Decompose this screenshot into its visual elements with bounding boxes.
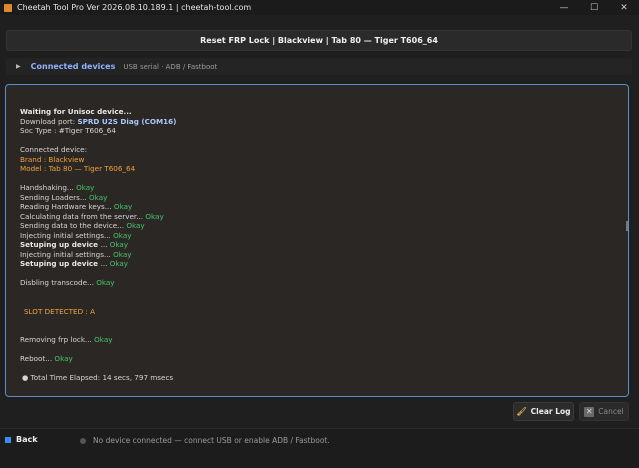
log-step-line: Injecting initial settings... Okay (20, 249, 132, 259)
back-button[interactable]: Back (5, 435, 38, 444)
back-square-icon (5, 436, 11, 443)
cancel-label: Cancel (598, 407, 624, 416)
log-line: Connected device: (20, 145, 88, 154)
close-icon: ✕ (584, 406, 595, 417)
elapsed-time-line: ● Total Time Elapsed: 14 secs, 797 msecs (22, 373, 174, 382)
log-spacer (20, 316, 628, 326)
clear-log-button[interactable]: 🖌 Clear Log (513, 402, 574, 421)
minimize-button[interactable]: — (549, 0, 579, 15)
log-line: Model : Tab 80 — Tiger T606_64 (20, 164, 136, 173)
log-step-line: Calculating data from the server... Okay (20, 211, 164, 221)
log-spacer (20, 345, 628, 355)
connection-status-dot-icon (80, 438, 86, 444)
maximize-button[interactable]: ☐ (579, 0, 609, 15)
log-line: Removing frp lock... Okay (20, 335, 113, 344)
operation-title: Reset FRP Lock | Blackview | Tab 80 — Ti… (200, 36, 438, 45)
slot-detected-line: SLOT DETECTED : A (24, 306, 96, 316)
back-label: Back (16, 435, 38, 444)
log-output[interactable]: Waiting for Unisoc device... Download po… (5, 84, 629, 397)
window-title: Cheetah Tool Pro Ver 2026.08.10.189.1 | … (17, 3, 252, 12)
connected-devices-toggle[interactable]: ▶ Connected devices USB serial · ADB / F… (6, 58, 632, 75)
log-step-line: Injecting initial settings... Okay (20, 230, 132, 240)
app-logo-icon (4, 3, 12, 12)
log-spacer (20, 297, 628, 307)
brush-icon: 🖌 (516, 407, 527, 416)
log-step-line: Setuping up device ... Okay (20, 240, 129, 249)
operation-header: Reset FRP Lock | Blackview | Tab 80 — Ti… (6, 30, 632, 51)
log-spacer (20, 174, 628, 184)
window-controls: — ☐ ✕ (549, 0, 639, 15)
log-line: Waiting for Unisoc device... (20, 107, 132, 116)
log-step-line: Reading Hardware keys... Okay (20, 202, 133, 211)
cancel-button[interactable]: ✕ Cancel (579, 402, 629, 421)
log-spacer (20, 326, 628, 336)
clear-log-label: Clear Log (530, 407, 571, 416)
log-step-line: Sending data to the device... Okay (20, 221, 145, 230)
close-button[interactable]: ✕ (609, 0, 639, 15)
log-step-line: Setuping up device ... Okay (20, 259, 129, 268)
log-line: Soc Type : #Tiger T606_64 (20, 126, 116, 135)
status-bar: Back No device connected — connect USB o… (0, 428, 639, 468)
title-bar: Cheetah Tool Pro Ver 2026.08.10.189.1 | … (0, 0, 639, 15)
log-line: Download port: SPRD U2S Diag (COM16) (20, 116, 177, 126)
log-line: Brand : Blackview (20, 154, 85, 164)
connected-devices-label: Connected devices (30, 62, 116, 71)
connected-devices-subtitle: USB serial · ADB / Fastboot (123, 62, 218, 71)
log-step-line: Handshaking... Okay (20, 183, 95, 192)
log-spacer (20, 136, 628, 146)
chevron-right-icon: ▶ (16, 63, 21, 70)
log-line: Disbling transcode... Okay (20, 278, 115, 287)
log-spacer (20, 364, 628, 374)
log-step-line: Sending Loaders... Okay (20, 192, 108, 202)
log-spacer (20, 288, 628, 298)
connection-status-text: No device connected — connect USB or ena… (93, 436, 330, 445)
log-steps: Handshaking... Okay Sending Loaders... Ok… (20, 183, 628, 269)
log-scrollbar[interactable] (626, 221, 628, 231)
log-line: Reboot... Okay (20, 354, 73, 363)
log-spacer (20, 269, 628, 279)
